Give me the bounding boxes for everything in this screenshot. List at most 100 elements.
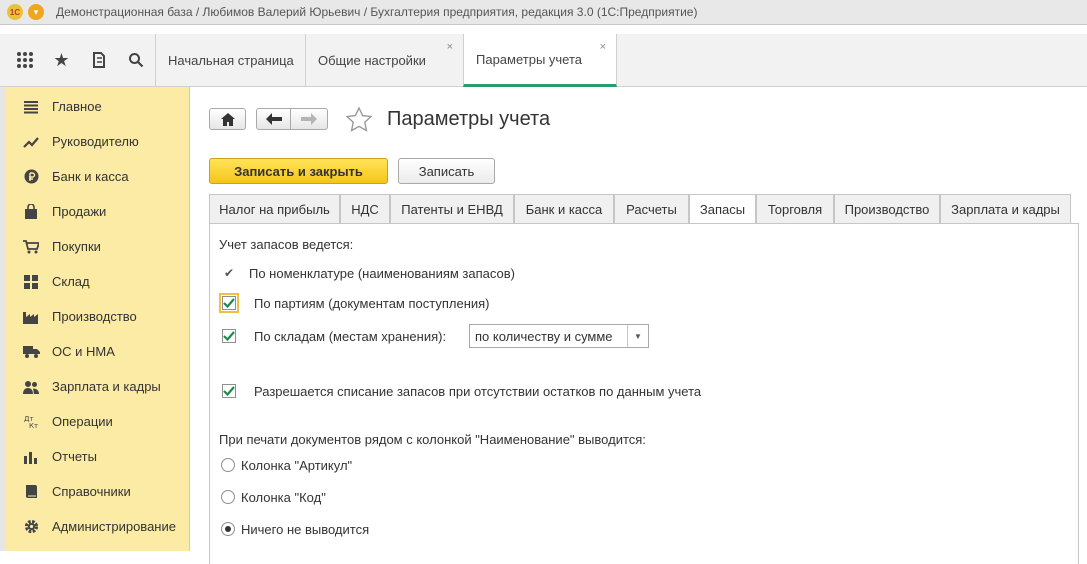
close-icon[interactable]: × — [600, 41, 606, 53]
sidebar-item-operations[interactable]: Дт Кт Операции — [6, 404, 189, 439]
sidebar-item-label: Банк и касса — [52, 169, 129, 184]
tab-settlements[interactable]: Расчеты — [614, 194, 689, 223]
home-button[interactable] — [209, 108, 246, 130]
app-logo-icon: 1С — [7, 4, 23, 20]
open-tab-home[interactable]: Начальная страница — [155, 34, 305, 86]
radio-code-label[interactable]: Колонка "Код" — [241, 490, 326, 505]
check-icon — [223, 386, 235, 396]
sidebar-item-label: Отчеты — [52, 449, 97, 464]
forward-button[interactable] — [290, 108, 328, 130]
shopping-bag-icon — [22, 203, 40, 221]
by-warehouses-checkbox[interactable] — [222, 329, 236, 343]
tab-profit-tax[interactable]: Налог на прибыль — [209, 194, 340, 223]
allow-writeoff-checkbox[interactable] — [222, 384, 236, 398]
main-content: Параметры учета Записать и закрыть Запис… — [190, 87, 1087, 564]
open-tab-label: Начальная страница — [168, 52, 294, 68]
warehouse-grid-icon — [22, 273, 40, 291]
check-icon — [223, 298, 235, 308]
by-batches-checkbox[interactable] — [219, 293, 239, 313]
bar-chart-icon — [22, 448, 40, 466]
sidebar-item-label: Продажи — [52, 204, 107, 219]
tab-patents[interactable]: Патенты и ЕНВД — [390, 194, 514, 223]
main-menu-button[interactable]: ▾ — [28, 4, 44, 20]
sidebar-item-label: Операции — [52, 414, 113, 429]
factory-icon — [22, 308, 40, 326]
chevron-down-icon[interactable]: ▼ — [627, 325, 648, 347]
tab-vat[interactable]: НДС — [340, 194, 390, 223]
sidebar-item-label: Справочники — [52, 484, 131, 499]
arrow-left-icon — [265, 113, 282, 125]
allow-writeoff-label[interactable]: Разрешается списание запасов при отсутст… — [254, 384, 701, 399]
close-icon[interactable]: × — [447, 41, 453, 53]
sidebar-item-warehouse[interactable]: Склад — [6, 264, 189, 299]
tab-production[interactable]: Производство — [834, 194, 940, 223]
top-toolbar: ★ Начальная страница Общие настройки × П… — [0, 34, 1087, 87]
sidebar: Главное Руководителю Банк и касса Продаж… — [6, 87, 190, 551]
by-warehouses-label[interactable]: По складам (местам хранения): — [254, 329, 446, 344]
tab-payroll[interactable]: Зарплата и кадры — [940, 194, 1071, 223]
favorites-star-icon[interactable]: ★ — [43, 34, 80, 86]
save-button[interactable]: Записать — [398, 158, 495, 184]
sidebar-item-fixed-assets[interactable]: ОС и НМА — [6, 334, 189, 369]
tab-bank[interactable]: Банк и касса — [514, 194, 614, 223]
sidebar-item-manager[interactable]: Руководителю — [6, 124, 189, 159]
sidebar-item-label: Зарплата и кадры — [52, 379, 161, 394]
favorite-star-icon[interactable] — [345, 106, 373, 135]
sidebar-item-reports[interactable]: Отчеты — [6, 439, 189, 474]
checkmark-icon: ✔ — [224, 266, 235, 280]
sidebar-item-label: Администрирование — [52, 519, 176, 534]
radio-code[interactable] — [221, 490, 235, 504]
sidebar-item-label: Покупки — [52, 239, 101, 254]
arrow-right-icon — [301, 113, 317, 125]
cart-icon — [22, 238, 40, 256]
sidebar-item-main[interactable]: Главное — [6, 89, 189, 124]
svg-text:Кт: Кт — [29, 422, 38, 429]
sidebar-item-payroll[interactable]: Зарплата и кадры — [6, 369, 189, 404]
sidebar-item-label: Склад — [52, 274, 90, 289]
warehouse-mode-select[interactable]: по количеству и сумме ▼ — [469, 324, 649, 348]
sidebar-item-purchases[interactable]: Покупки — [6, 229, 189, 264]
by-batches-label[interactable]: По партиям (документам поступления) — [254, 296, 490, 311]
sidebar-item-label: ОС и НМА — [52, 344, 115, 359]
page-title: Параметры учета — [387, 108, 551, 130]
sidebar-item-label: Руководителю — [52, 134, 139, 149]
sidebar-item-label: Производство — [52, 309, 137, 324]
sidebar-item-bank[interactable]: Банк и касса — [6, 159, 189, 194]
sidebar-item-references[interactable]: Справочники — [6, 474, 189, 509]
radio-article[interactable] — [221, 458, 235, 472]
book-icon — [22, 483, 40, 501]
open-tab-general-settings[interactable]: Общие настройки × — [305, 34, 463, 86]
tab-trade[interactable]: Торговля — [756, 194, 834, 223]
radio-none[interactable] — [221, 522, 235, 536]
apps-grid-icon[interactable] — [6, 34, 43, 86]
truck-icon — [22, 343, 40, 361]
history-icon[interactable] — [80, 34, 117, 86]
window-title-bar: 1С ▾ Демонстрационная база / Любимов Вал… — [0, 0, 1087, 25]
inventory-heading: Учет запасов ведется: — [219, 237, 354, 252]
check-icon — [223, 331, 235, 341]
tab-inventory[interactable]: Запасы — [689, 194, 756, 224]
window-title: Демонстрационная база / Любимов Валерий … — [56, 5, 698, 19]
home-icon — [220, 112, 235, 126]
trend-icon — [22, 133, 40, 151]
sidebar-item-label: Главное — [52, 99, 102, 114]
open-tab-label: Параметры учета — [476, 51, 583, 67]
inventory-panel: Учет запасов ведется: ✔ По номенклатуре … — [209, 223, 1079, 564]
sidebar-item-sales[interactable]: Продажи — [6, 194, 189, 229]
radio-none-label[interactable]: Ничего не выводится — [241, 522, 369, 537]
menu-lines-icon — [22, 98, 40, 116]
sidebar-item-administration[interactable]: Администрирование — [6, 509, 189, 544]
print-heading: При печати документов рядом с колонкой "… — [219, 432, 646, 447]
open-tab-accounting-params[interactable]: Параметры учета × — [463, 34, 617, 87]
warehouse-mode-value: по количеству и сумме — [475, 328, 613, 344]
by-nomenclature-label: По номенклатуре (наименованиям запасов) — [249, 266, 515, 281]
radio-article-label[interactable]: Колонка "Артикул" — [241, 458, 352, 473]
open-tab-label: Общие настройки — [318, 52, 426, 68]
search-icon[interactable] — [117, 34, 154, 86]
ruble-coin-icon — [22, 168, 40, 186]
people-icon — [22, 378, 40, 396]
sidebar-item-production[interactable]: Производство — [6, 299, 189, 334]
save-and-close-button[interactable]: Записать и закрыть — [209, 158, 388, 184]
gear-icon — [22, 518, 40, 536]
back-button[interactable] — [256, 108, 291, 130]
